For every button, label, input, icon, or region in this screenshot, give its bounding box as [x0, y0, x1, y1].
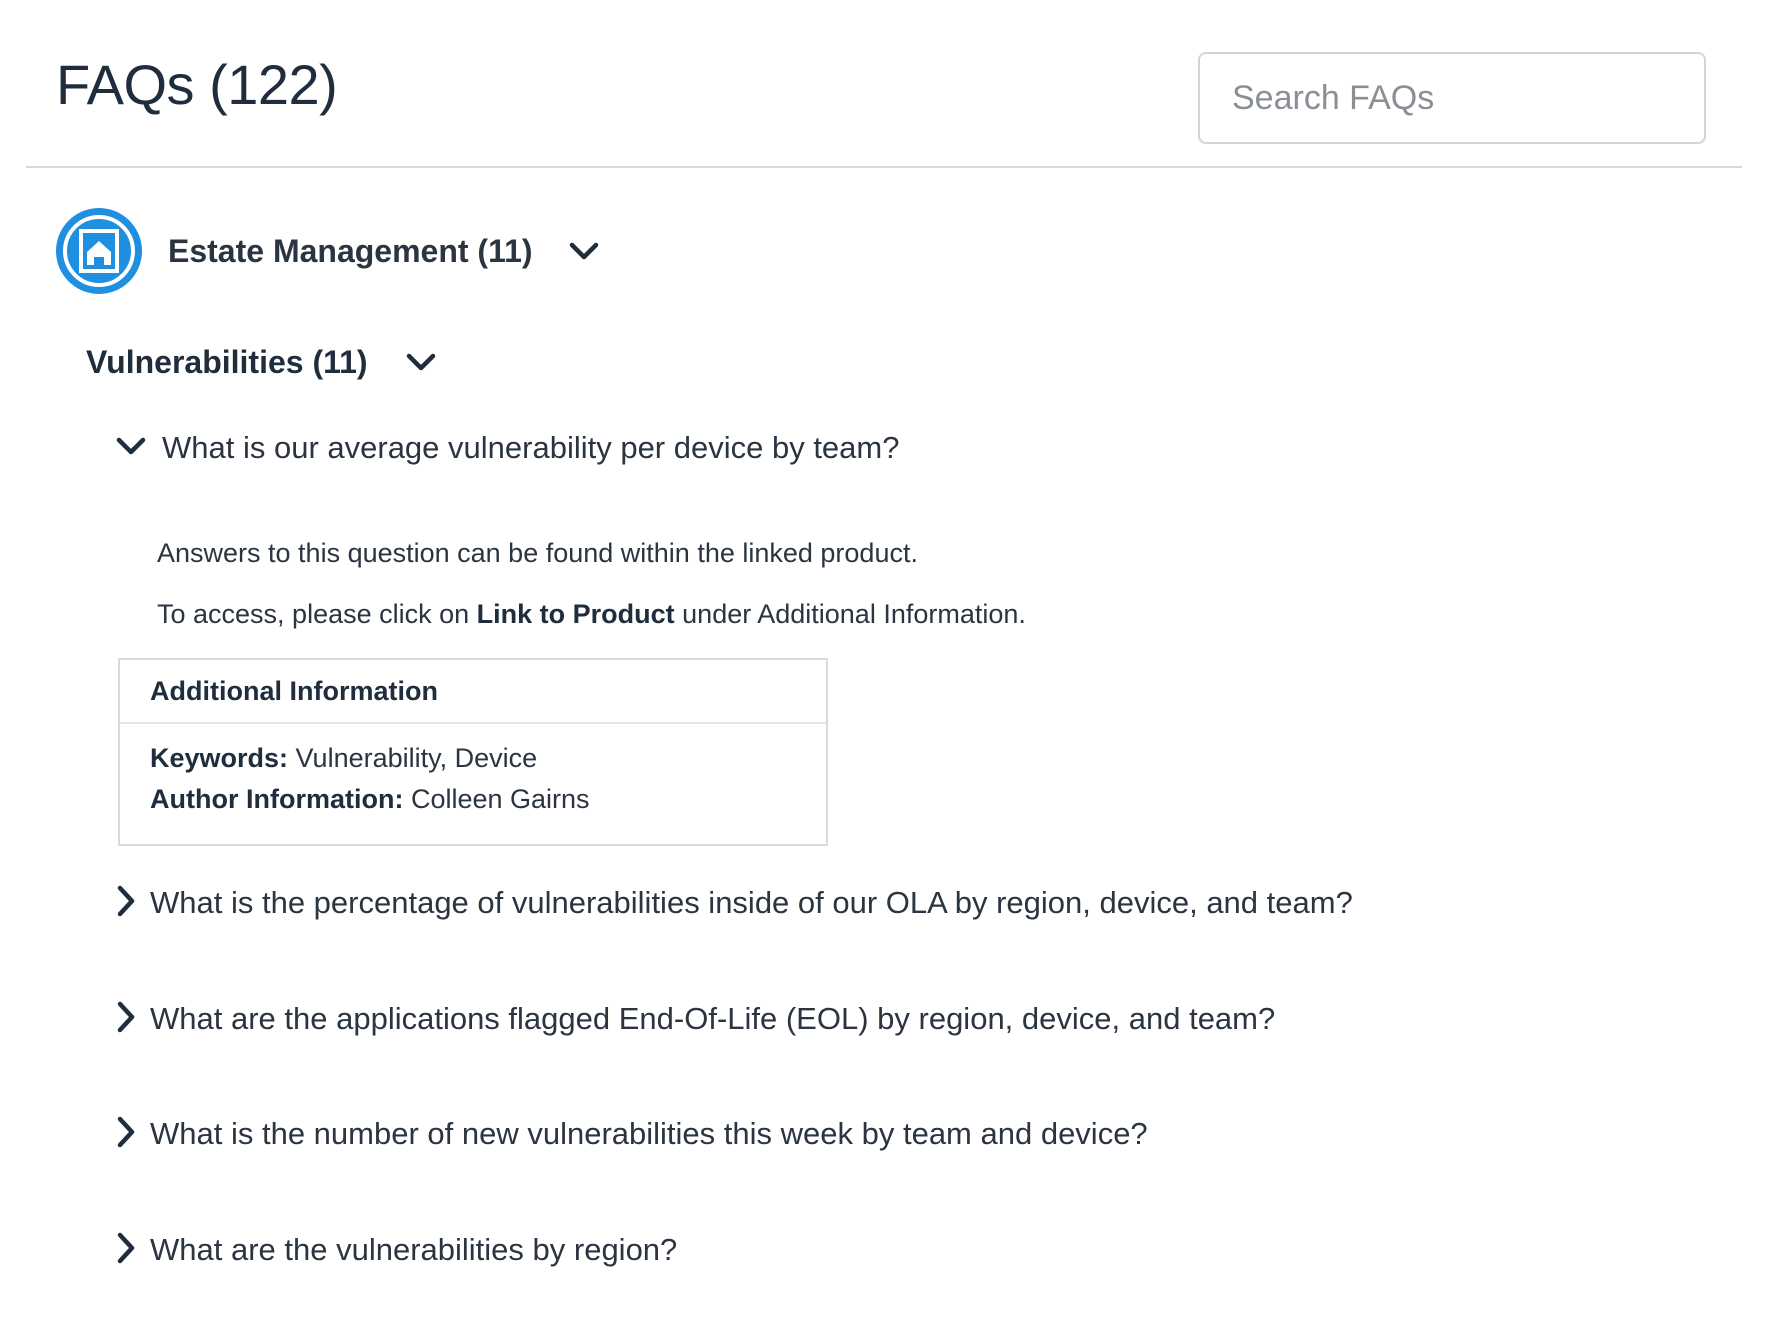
chevron-right-icon: [116, 885, 136, 922]
search-box: [1198, 52, 1706, 144]
chevron-down-icon[interactable]: [569, 241, 599, 261]
answer-access-text: To access, please click on Link to Produ…: [157, 599, 1026, 629]
page-title: FAQs (122): [56, 53, 338, 116]
home-icon: [56, 208, 142, 294]
faq-question-text: What is the percentage of vulnerabilitie…: [150, 885, 1353, 920]
subcategory-vulnerabilities[interactable]: Vulnerabilities (11): [86, 340, 436, 384]
chevron-down-icon: [116, 436, 146, 461]
answer-text: Answers to this question can be found wi…: [157, 538, 918, 568]
chevron-right-icon: [116, 1001, 136, 1038]
faq-question-text: What are the vulnerabilities by region?: [150, 1232, 678, 1267]
faq-question-text: What are the applications flagged End-Of…: [150, 1001, 1276, 1036]
faq-question-text: What is our average vulnerability per de…: [162, 430, 900, 465]
category-label: Estate Management (11): [168, 232, 533, 269]
chevron-right-icon: [116, 1232, 136, 1269]
faq-question[interactable]: What are the applications flagged End-Of…: [116, 997, 1275, 1041]
faq-question[interactable]: What is the number of new vulnerabilitie…: [116, 1112, 1148, 1156]
chevron-down-icon[interactable]: [406, 352, 436, 372]
link-to-product-label: Link to Product: [476, 599, 675, 629]
category-estate-management[interactable]: Estate Management (11): [56, 208, 599, 294]
faq-question[interactable]: What are the vulnerabilities by region?: [116, 1228, 677, 1272]
faq-question-open[interactable]: What is our average vulnerability per de…: [116, 426, 899, 470]
header-divider: [26, 166, 1742, 168]
faq-question-text: What is the number of new vulnerabilitie…: [150, 1116, 1148, 1151]
subcategory-label: Vulnerabilities (11): [86, 343, 368, 380]
keywords-row: Keywords: Vulnerability, Device: [150, 743, 538, 773]
additional-info-panel: Additional Information Keywords: Vulnera…: [118, 658, 828, 846]
additional-info-title: Additional Information: [120, 660, 826, 724]
search-input[interactable]: [1200, 54, 1704, 142]
author-row: Author Information: Colleen Gairns: [150, 784, 590, 814]
chevron-right-icon: [116, 1116, 136, 1153]
faq-question[interactable]: What is the percentage of vulnerabilitie…: [116, 881, 1353, 925]
page-header: FAQs (122): [0, 0, 1768, 168]
